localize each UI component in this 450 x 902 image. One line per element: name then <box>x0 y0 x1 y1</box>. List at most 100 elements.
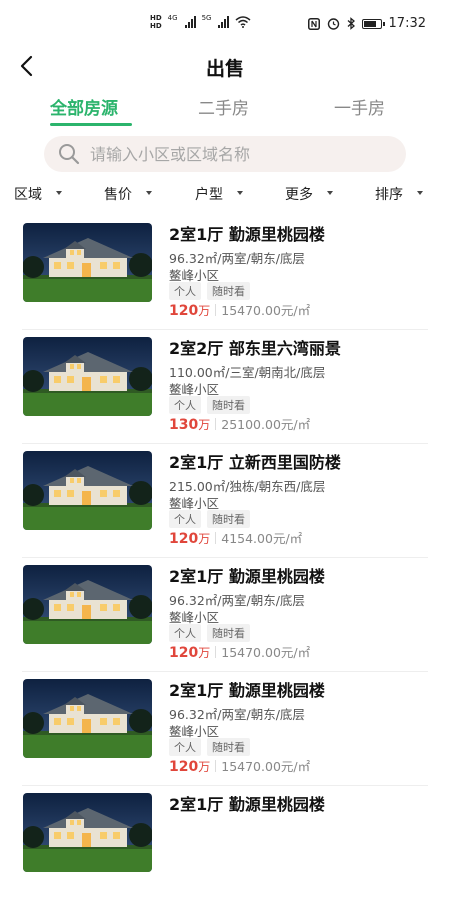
listing-price: 120 <box>169 303 199 319</box>
divider <box>22 785 428 786</box>
tab-second-hand[interactable]: 二手房 <box>198 94 249 119</box>
listing-price: 120 <box>169 645 199 661</box>
battery-icon <box>361 18 385 29</box>
price-unit: 万 <box>198 646 211 660</box>
filter-price[interactable]: 售价 <box>104 184 152 204</box>
unit-price: 4154.00元/㎡ <box>221 531 303 546</box>
search-input[interactable] <box>88 143 372 165</box>
filter-label: 排序 <box>375 187 403 203</box>
listing-title: 2室1厅 勤源里桃园楼 <box>169 225 325 244</box>
price-separator <box>215 417 217 430</box>
nav-bar: 出售 <box>0 50 450 84</box>
listing-item[interactable]: 2室1厅 勤源里桃园楼 <box>0 788 450 902</box>
tag-viewable-anytime: 随时看 <box>207 738 250 756</box>
status-right: 17:32 <box>307 16 426 31</box>
price-row: 120 万 4154.00元/㎡ <box>169 528 302 547</box>
filter-label: 更多 <box>285 187 313 203</box>
tag-individual: 个人 <box>169 282 201 300</box>
signal-icon-2 <box>218 16 230 28</box>
filter-more[interactable]: 更多 <box>285 184 333 204</box>
listing-title: 2室1厅 勤源里桃园楼 <box>169 567 325 586</box>
price-unit: 万 <box>198 418 211 432</box>
listing-item[interactable]: 2室1厅 勤源里桃园楼 96.32㎡/两室/朝东/底层 鳌峰小区 个人 随时看 1… <box>0 218 450 332</box>
tab-all-listings[interactable]: 全部房源 <box>50 94 118 119</box>
price-separator <box>215 531 217 544</box>
listing-title: 2室1厅 勤源里桃园楼 <box>169 681 325 700</box>
filter-label: 区域 <box>14 187 42 203</box>
price-row: 120 万 15470.00元/㎡ <box>169 642 310 661</box>
filter-label: 户型 <box>195 187 223 203</box>
price-separator <box>215 759 217 772</box>
price-unit: 万 <box>198 760 211 774</box>
listing-tags: 个人 随时看 <box>169 510 250 528</box>
nfc-icon <box>307 17 320 30</box>
price-row: 120 万 15470.00元/㎡ <box>169 756 310 775</box>
caret-down-icon <box>56 190 62 195</box>
house-photo <box>23 223 152 302</box>
divider <box>22 443 428 444</box>
tag-individual: 个人 <box>169 510 201 528</box>
house-photo <box>23 337 152 416</box>
status-bar: HD HD 4G 5G 17:32 <box>0 0 450 44</box>
signal-label-5g: 5G <box>201 14 212 22</box>
tab-active-indicator <box>50 123 132 126</box>
caret-down-icon <box>237 190 243 195</box>
search-icon <box>59 144 80 165</box>
tab-bar: 全部房源 二手房 一手房 <box>0 92 450 128</box>
status-left: HD HD 4G 5G <box>150 14 251 30</box>
listing-title: 2室2厅 部东里六湾丽景 <box>169 339 341 358</box>
caret-down-icon <box>327 190 333 195</box>
unit-price: 15470.00元/㎡ <box>221 303 311 318</box>
caret-down-icon <box>417 190 423 195</box>
price-unit: 万 <box>198 304 211 318</box>
house-photo <box>23 793 152 872</box>
alarm-icon <box>327 18 339 30</box>
bluetooth-icon <box>347 17 355 30</box>
listing-item[interactable]: 2室1厅 勤源里桃园楼 96.32㎡/两室/朝东/底层 鳌峰小区 个人 随时看 1… <box>0 560 450 674</box>
tag-individual: 个人 <box>169 396 201 414</box>
price-separator <box>215 303 217 316</box>
tag-viewable-anytime: 随时看 <box>207 282 250 300</box>
listing-tags: 个人 随时看 <box>169 738 250 756</box>
house-photo <box>23 565 152 644</box>
tag-individual: 个人 <box>169 624 201 642</box>
listing-title: 2室1厅 立新西里国防楼 <box>169 453 341 472</box>
listing-item[interactable]: 2室2厅 部东里六湾丽景 110.00㎡/三室/朝南北/底层 鳌峰小区 个人 随时… <box>0 332 450 446</box>
unit-price: 25100.00元/㎡ <box>221 417 311 432</box>
price-row: 130 万 25100.00元/㎡ <box>169 414 310 433</box>
filter-layout[interactable]: 户型 <box>195 184 243 204</box>
price-separator <box>215 645 217 658</box>
unit-price: 15470.00元/㎡ <box>221 759 311 774</box>
listing-price: 120 <box>169 759 199 775</box>
listing-price: 120 <box>169 531 199 547</box>
filter-label: 售价 <box>104 187 132 203</box>
listing-item[interactable]: 2室1厅 立新西里国防楼 215.00㎡/独栋/朝东西/底层 鳌峰小区 个人 随时… <box>0 446 450 560</box>
house-photo <box>23 679 152 758</box>
divider <box>22 671 428 672</box>
tab-new-homes[interactable]: 一手房 <box>334 94 385 119</box>
status-time: 17:32 <box>388 16 426 31</box>
filter-sort[interactable]: 排序 <box>375 184 423 204</box>
tag-individual: 个人 <box>169 738 201 756</box>
tag-viewable-anytime: 随时看 <box>207 396 250 414</box>
hd-icon: HD HD <box>150 14 162 30</box>
search-bar[interactable] <box>44 136 406 172</box>
wifi-icon <box>235 16 251 28</box>
listing-tags: 个人 随时看 <box>169 624 250 642</box>
listing-price: 130 <box>169 417 199 433</box>
divider <box>22 329 428 330</box>
house-photo <box>23 451 152 530</box>
listing-item[interactable]: 2室1厅 勤源里桃园楼 96.32㎡/两室/朝东/底层 鳌峰小区 个人 随时看 1… <box>0 674 450 788</box>
signal-icon <box>184 16 196 28</box>
unit-price: 15470.00元/㎡ <box>221 645 311 660</box>
filter-region[interactable]: 区域 <box>14 184 62 204</box>
signal-label-4g: 4G <box>167 14 178 22</box>
listing-list: 2室1厅 勤源里桃园楼 96.32㎡/两室/朝东/底层 鳌峰小区 个人 随时看 1… <box>0 218 450 902</box>
divider <box>22 557 428 558</box>
caret-down-icon <box>146 190 152 195</box>
filter-bar: 区域 售价 户型 更多 排序 <box>0 184 450 208</box>
listing-tags: 个人 随时看 <box>169 282 250 300</box>
price-unit: 万 <box>198 532 211 546</box>
listing-title: 2室1厅 勤源里桃园楼 <box>169 795 325 814</box>
tag-viewable-anytime: 随时看 <box>207 510 250 528</box>
